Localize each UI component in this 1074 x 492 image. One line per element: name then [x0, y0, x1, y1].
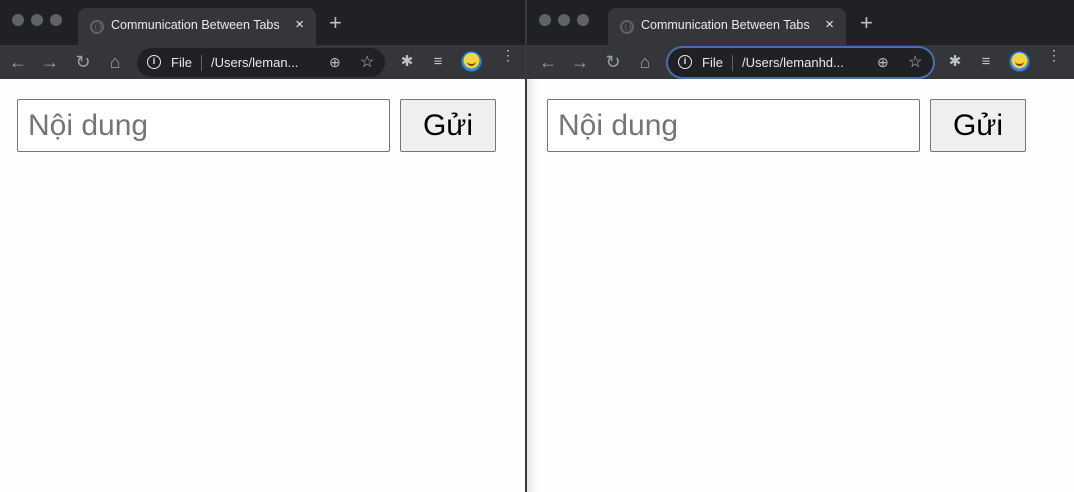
tab-title: Communication Between Tabs: [111, 18, 280, 32]
browser-chrome: Communication Between Tabs × + ← → ↻ ⌂ i…: [0, 0, 525, 79]
tab-strip: Communication Between Tabs × +: [527, 0, 1074, 45]
new-tab-icon[interactable]: +: [329, 11, 342, 35]
window-minimize-dot[interactable]: [558, 14, 570, 26]
browser-window-left: Communication Between Tabs × + ← → ↻ ⌂ i…: [0, 0, 525, 492]
send-button[interactable]: Gửi: [400, 99, 496, 152]
message-input[interactable]: [17, 99, 390, 152]
forward-arrow-icon[interactable]: →: [38, 50, 62, 74]
close-icon[interactable]: ×: [295, 15, 304, 35]
address-bar[interactable]: i File /Users/leman... ⊕ ☆: [137, 48, 385, 77]
reload-icon[interactable]: ↻: [601, 50, 625, 74]
menu-kebab-icon[interactable]: ⋮: [1047, 48, 1061, 62]
globe-icon: [90, 20, 104, 34]
browser-toolbar: ← → ↻ ⌂ i File /Users/leman... ⊕ ☆ ✱ ≡ ⋮: [0, 45, 525, 79]
browser-window-right: Communication Between Tabs × + ← → ↻ ⌂ i…: [527, 0, 1074, 492]
bookmark-star-icon[interactable]: ☆: [908, 52, 922, 72]
forward-arrow-icon[interactable]: →: [568, 50, 592, 74]
info-icon[interactable]: i: [678, 55, 692, 69]
address-bar[interactable]: i File /Users/lemanhd... ⊕ ☆: [668, 48, 933, 77]
window-zoom-dot[interactable]: [50, 14, 62, 26]
page-content: Gửi: [527, 79, 1074, 492]
browser-tab[interactable]: Communication Between Tabs ×: [608, 8, 846, 45]
tab-strip: Communication Between Tabs × +: [0, 0, 525, 45]
zoom-icon[interactable]: ⊕: [877, 54, 889, 71]
browser-toolbar: ← → ↻ ⌂ i File /Users/lemanhd... ⊕ ☆ ✱ ≡…: [527, 45, 1074, 79]
address-separator: [201, 55, 202, 71]
info-icon[interactable]: i: [147, 55, 161, 69]
home-icon[interactable]: ⌂: [103, 50, 127, 74]
menu-kebab-icon[interactable]: ⋮: [501, 48, 515, 62]
message-input[interactable]: [547, 99, 920, 152]
reload-icon[interactable]: ↻: [71, 50, 95, 74]
browser-tab[interactable]: Communication Between Tabs ×: [78, 8, 316, 45]
globe-icon: [620, 20, 634, 34]
window-close-dot[interactable]: [539, 14, 551, 26]
media-controls-icon[interactable]: ≡: [428, 52, 448, 72]
extensions-puzzle-icon[interactable]: ✱: [397, 52, 417, 72]
home-icon[interactable]: ⌂: [633, 50, 657, 74]
address-scheme: File: [702, 55, 723, 70]
address-url[interactable]: /Users/leman...: [211, 55, 298, 70]
media-controls-icon[interactable]: ≡: [976, 52, 996, 72]
back-arrow-icon[interactable]: ←: [536, 50, 560, 74]
window-minimize-dot[interactable]: [31, 14, 43, 26]
zoom-icon[interactable]: ⊕: [329, 54, 341, 71]
send-button[interactable]: Gửi: [930, 99, 1026, 152]
bookmark-star-icon[interactable]: ☆: [360, 52, 374, 72]
window-close-dot[interactable]: [12, 14, 24, 26]
address-scheme: File: [171, 55, 192, 70]
avatar[interactable]: [1009, 51, 1030, 72]
browser-chrome: Communication Between Tabs × + ← → ↻ ⌂ i…: [527, 0, 1074, 79]
address-url[interactable]: /Users/lemanhd...: [742, 55, 844, 70]
window-zoom-dot[interactable]: [577, 14, 589, 26]
avatar[interactable]: [461, 51, 482, 72]
tab-title: Communication Between Tabs: [641, 18, 810, 32]
address-separator: [732, 55, 733, 71]
extensions-puzzle-icon[interactable]: ✱: [945, 52, 965, 72]
close-icon[interactable]: ×: [825, 15, 834, 35]
new-tab-icon[interactable]: +: [860, 11, 873, 35]
back-arrow-icon[interactable]: ←: [6, 50, 30, 74]
page-content: Gửi: [0, 79, 525, 492]
